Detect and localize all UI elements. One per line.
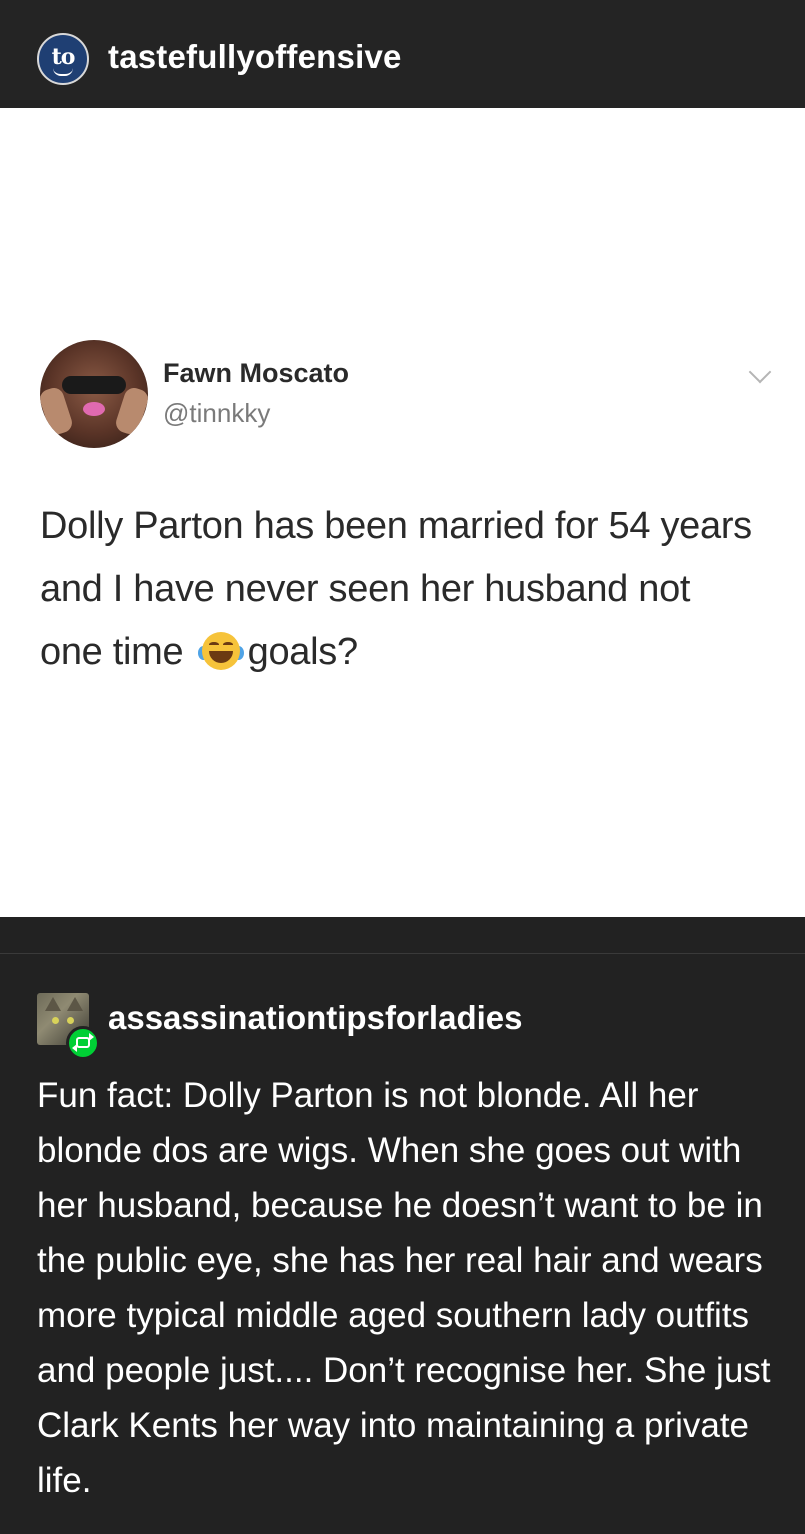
reblog-text: Fun fact: Dolly Parton is not blonde. Al…: [37, 1076, 771, 1500]
cat-eye-left: [52, 1017, 59, 1024]
cat-eye-right: [67, 1017, 74, 1024]
tweet-text-main: Dolly Parton has been married for 54 yea…: [40, 505, 752, 673]
face-with-tears-of-joy-icon: [197, 632, 244, 670]
post-divider: [0, 953, 805, 954]
blog-avatar-text: to: [51, 44, 76, 70]
blog-avatar[interactable]: to: [37, 33, 89, 85]
tweet-avatar: [40, 340, 148, 448]
emoji-eye-right: [222, 642, 233, 647]
post-header: to tastefullyoffensive: [0, 0, 805, 108]
cat-ear-right: [67, 997, 83, 1011]
avatar-smile-icon: [53, 68, 73, 76]
reblogger-name[interactable]: assassinationtipsforladies: [108, 999, 522, 1037]
tweet-text-end: goals?: [247, 631, 358, 673]
avatar-glasses: [62, 376, 126, 394]
reblog-arrows: [72, 1033, 94, 1052]
emoji-eye-left: [208, 642, 219, 647]
blog-name[interactable]: tastefullyoffensive: [108, 38, 402, 76]
chevron-down-icon: [748, 360, 772, 384]
tweet-display-name: Fawn Moscato: [163, 358, 350, 388]
tweet-screenshot-image: Fawn Moscato @tinnkky Dolly Parton has b…: [0, 108, 805, 917]
reblog-icon: [66, 1026, 100, 1060]
cat-ear-left: [45, 997, 61, 1011]
tweet-handle: @tinnkky: [163, 398, 271, 428]
tweet-text: Dolly Parton has been married for 54 yea…: [40, 495, 760, 684]
avatar-lips: [83, 402, 105, 416]
